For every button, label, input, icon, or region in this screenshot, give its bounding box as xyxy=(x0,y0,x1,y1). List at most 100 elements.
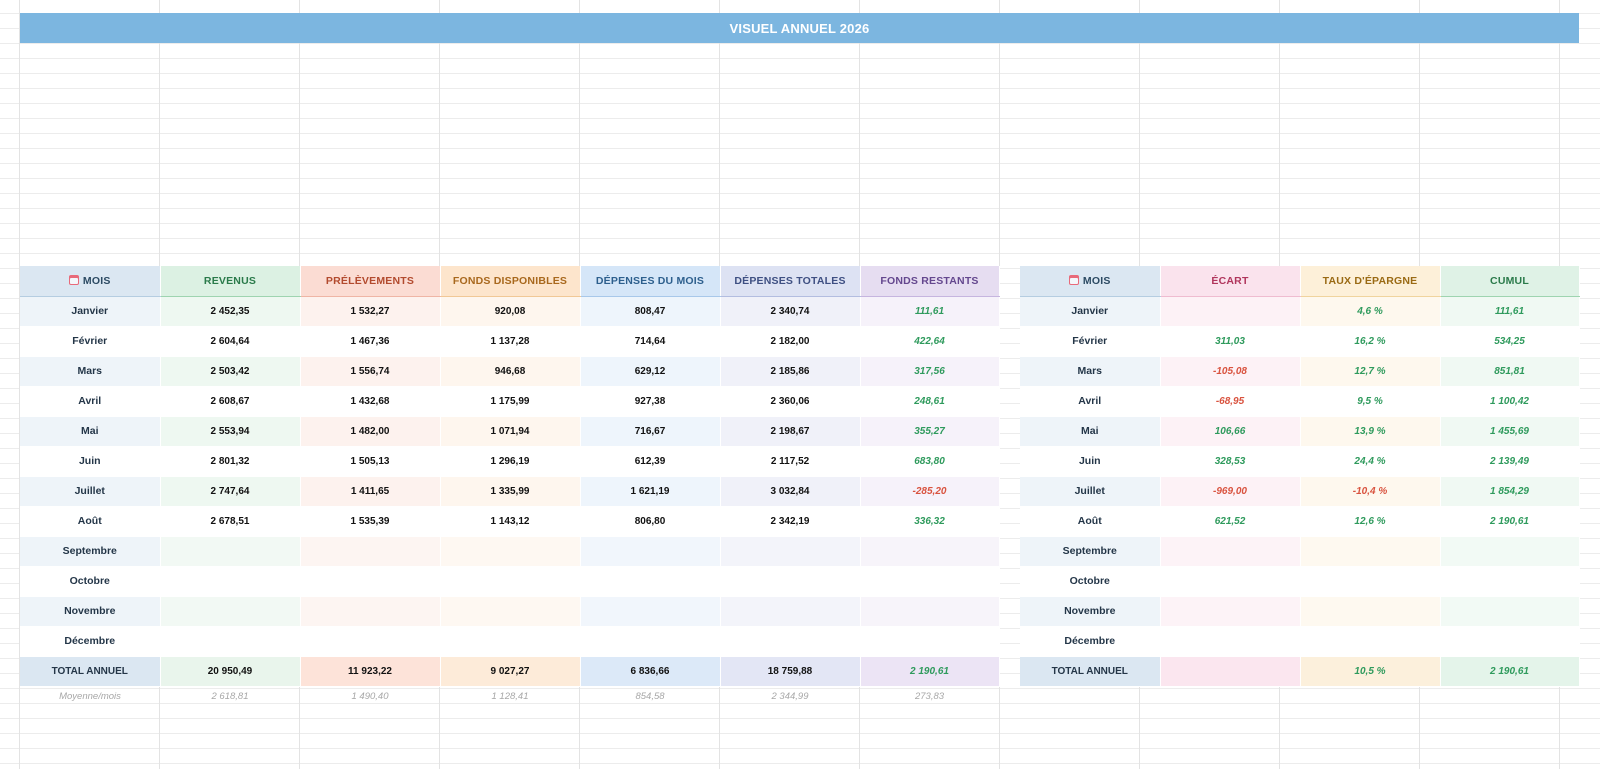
cumul-cell[interactable] xyxy=(1440,596,1580,627)
depenses-du-mois-cell[interactable]: 927,38 xyxy=(580,386,721,417)
revenus-cell[interactable]: 2 801,32 xyxy=(160,446,301,477)
header-fonds-disponibles[interactable]: FONDS DISPONIBLES xyxy=(440,266,581,297)
fonds-restants-cell[interactable]: 355,27 xyxy=(860,416,1000,447)
cumul-cell[interactable]: 534,25 xyxy=(1440,326,1580,357)
depenses-totales-cell[interactable]: 3 032,84 xyxy=(720,476,861,507)
prelevements-cell[interactable]: 1 482,00 xyxy=(300,416,441,447)
month-cell[interactable]: Mars xyxy=(20,356,161,387)
taux-epargne-cell[interactable]: 4,6 % xyxy=(1300,296,1441,327)
depenses-totales-cell[interactable]: 2 117,52 xyxy=(720,446,861,477)
fonds-disponibles-cell[interactable]: 1 137,28 xyxy=(440,326,581,357)
depenses-du-mois-cell[interactable]: 714,64 xyxy=(580,326,721,357)
taux-epargne-cell[interactable]: 24,4 % xyxy=(1300,446,1441,477)
ecart-cell[interactable] xyxy=(1160,596,1301,627)
prelevements-cell[interactable]: 1 411,65 xyxy=(300,476,441,507)
fonds-restants-cell[interactable]: 422,64 xyxy=(860,326,1000,357)
total-cumul[interactable]: 2 190,61 xyxy=(1440,655,1580,687)
depenses-du-mois-cell[interactable] xyxy=(580,536,721,567)
revenus-cell[interactable]: 2 553,94 xyxy=(160,416,301,447)
month-cell[interactable]: Juillet xyxy=(1020,476,1161,507)
header-taux-epargne[interactable]: TAUX D'ÉPARGNE xyxy=(1300,266,1441,297)
fonds-restants-cell[interactable]: 317,56 xyxy=(860,356,1000,387)
ecart-cell[interactable]: -68,95 xyxy=(1160,386,1301,417)
prelevements-cell[interactable] xyxy=(300,626,441,657)
header-ecart[interactable]: ÉCART xyxy=(1160,266,1301,297)
month-cell[interactable]: Février xyxy=(1020,326,1161,357)
depenses-du-mois-cell[interactable] xyxy=(580,596,721,627)
depenses-du-mois-cell[interactable]: 808,47 xyxy=(580,296,721,327)
cumul-cell[interactable]: 1 455,69 xyxy=(1440,416,1580,447)
average-fonds-restants[interactable]: 273,83 xyxy=(860,686,999,706)
depenses-du-mois-cell[interactable] xyxy=(580,566,721,597)
average-depenses-du-mois[interactable]: 854,58 xyxy=(580,686,720,706)
total-fonds-disponibles[interactable]: 9 027,27 xyxy=(440,655,581,687)
month-cell[interactable]: Décembre xyxy=(20,626,161,657)
header-month[interactable]: MOIS xyxy=(1020,266,1161,297)
total-fonds-restants[interactable]: 2 190,61 xyxy=(860,655,1000,687)
header-depenses-du-mois[interactable]: DÉPENSES DU MOIS xyxy=(580,266,721,297)
month-cell[interactable]: Juin xyxy=(20,446,161,477)
fonds-disponibles-cell[interactable] xyxy=(440,566,581,597)
fonds-restants-cell[interactable]: -285,20 xyxy=(860,476,1000,507)
fonds-disponibles-cell[interactable]: 1 143,12 xyxy=(440,506,581,537)
depenses-totales-cell[interactable] xyxy=(720,566,861,597)
ecart-cell[interactable] xyxy=(1160,566,1301,597)
header-depenses-totales[interactable]: DÉPENSES TOTALES xyxy=(720,266,861,297)
depenses-du-mois-cell[interactable]: 1 621,19 xyxy=(580,476,721,507)
month-cell[interactable]: Septembre xyxy=(1020,536,1161,567)
month-cell[interactable]: Octobre xyxy=(20,566,161,597)
taux-epargne-cell[interactable] xyxy=(1300,536,1441,567)
month-cell[interactable]: Juin xyxy=(1020,446,1161,477)
fonds-restants-cell[interactable]: 111,61 xyxy=(860,296,1000,327)
depenses-du-mois-cell[interactable] xyxy=(580,626,721,657)
month-cell[interactable]: Avril xyxy=(1020,386,1161,417)
fonds-disponibles-cell[interactable]: 1 175,99 xyxy=(440,386,581,417)
header-prelevements[interactable]: PRÉLÈVEMENTS xyxy=(300,266,441,297)
month-cell[interactable]: Août xyxy=(20,506,161,537)
average-depenses-totales[interactable]: 2 344,99 xyxy=(720,686,860,706)
taux-epargne-cell[interactable] xyxy=(1300,566,1441,597)
fonds-disponibles-cell[interactable]: 1 071,94 xyxy=(440,416,581,447)
ecart-cell[interactable]: -969,00 xyxy=(1160,476,1301,507)
header-fonds-restants[interactable]: FONDS RESTANTS xyxy=(860,266,1000,297)
month-cell[interactable]: Novembre xyxy=(20,596,161,627)
depenses-du-mois-cell[interactable]: 629,12 xyxy=(580,356,721,387)
prelevements-cell[interactable]: 1 432,68 xyxy=(300,386,441,417)
month-cell[interactable]: Janvier xyxy=(1020,296,1161,327)
fonds-disponibles-cell[interactable]: 1 335,99 xyxy=(440,476,581,507)
month-cell[interactable]: Août xyxy=(1020,506,1161,537)
month-cell[interactable]: Novembre xyxy=(1020,596,1161,627)
fonds-restants-cell[interactable] xyxy=(860,596,1000,627)
header-month[interactable]: MOIS xyxy=(20,266,161,297)
fonds-disponibles-cell[interactable] xyxy=(440,596,581,627)
prelevements-cell[interactable]: 1 535,39 xyxy=(300,506,441,537)
sheet-title-banner[interactable]: VISUEL ANNUEL 2026 xyxy=(20,13,1579,43)
taux-epargne-cell[interactable]: -10,4 % xyxy=(1300,476,1441,507)
revenus-cell[interactable]: 2 608,67 xyxy=(160,386,301,417)
taux-epargne-cell[interactable]: 9,5 % xyxy=(1300,386,1441,417)
month-cell[interactable]: Mai xyxy=(20,416,161,447)
depenses-du-mois-cell[interactable]: 716,67 xyxy=(580,416,721,447)
depenses-totales-cell[interactable]: 2 360,06 xyxy=(720,386,861,417)
revenus-cell[interactable]: 2 604,64 xyxy=(160,326,301,357)
cumul-cell[interactable]: 1 854,29 xyxy=(1440,476,1580,507)
depenses-totales-cell[interactable]: 2 342,19 xyxy=(720,506,861,537)
prelevements-cell[interactable]: 1 532,27 xyxy=(300,296,441,327)
fonds-restants-cell[interactable]: 683,80 xyxy=(860,446,1000,477)
depenses-du-mois-cell[interactable]: 806,80 xyxy=(580,506,721,537)
average-label[interactable]: Moyenne/mois xyxy=(20,686,160,706)
revenus-cell[interactable] xyxy=(160,566,301,597)
month-cell[interactable]: Mai xyxy=(1020,416,1161,447)
cumul-cell[interactable] xyxy=(1440,626,1580,657)
cumul-cell[interactable] xyxy=(1440,536,1580,567)
fonds-restants-cell[interactable] xyxy=(860,536,1000,567)
month-cell[interactable]: Janvier xyxy=(20,296,161,327)
month-cell[interactable]: Juillet xyxy=(20,476,161,507)
depenses-totales-cell[interactable]: 2 185,86 xyxy=(720,356,861,387)
fonds-restants-cell[interactable]: 336,32 xyxy=(860,506,1000,537)
ecart-cell[interactable] xyxy=(1160,296,1301,327)
depenses-totales-cell[interactable] xyxy=(720,596,861,627)
month-cell[interactable]: Mars xyxy=(1020,356,1161,387)
fonds-disponibles-cell[interactable]: 920,08 xyxy=(440,296,581,327)
revenus-cell[interactable]: 2 678,51 xyxy=(160,506,301,537)
